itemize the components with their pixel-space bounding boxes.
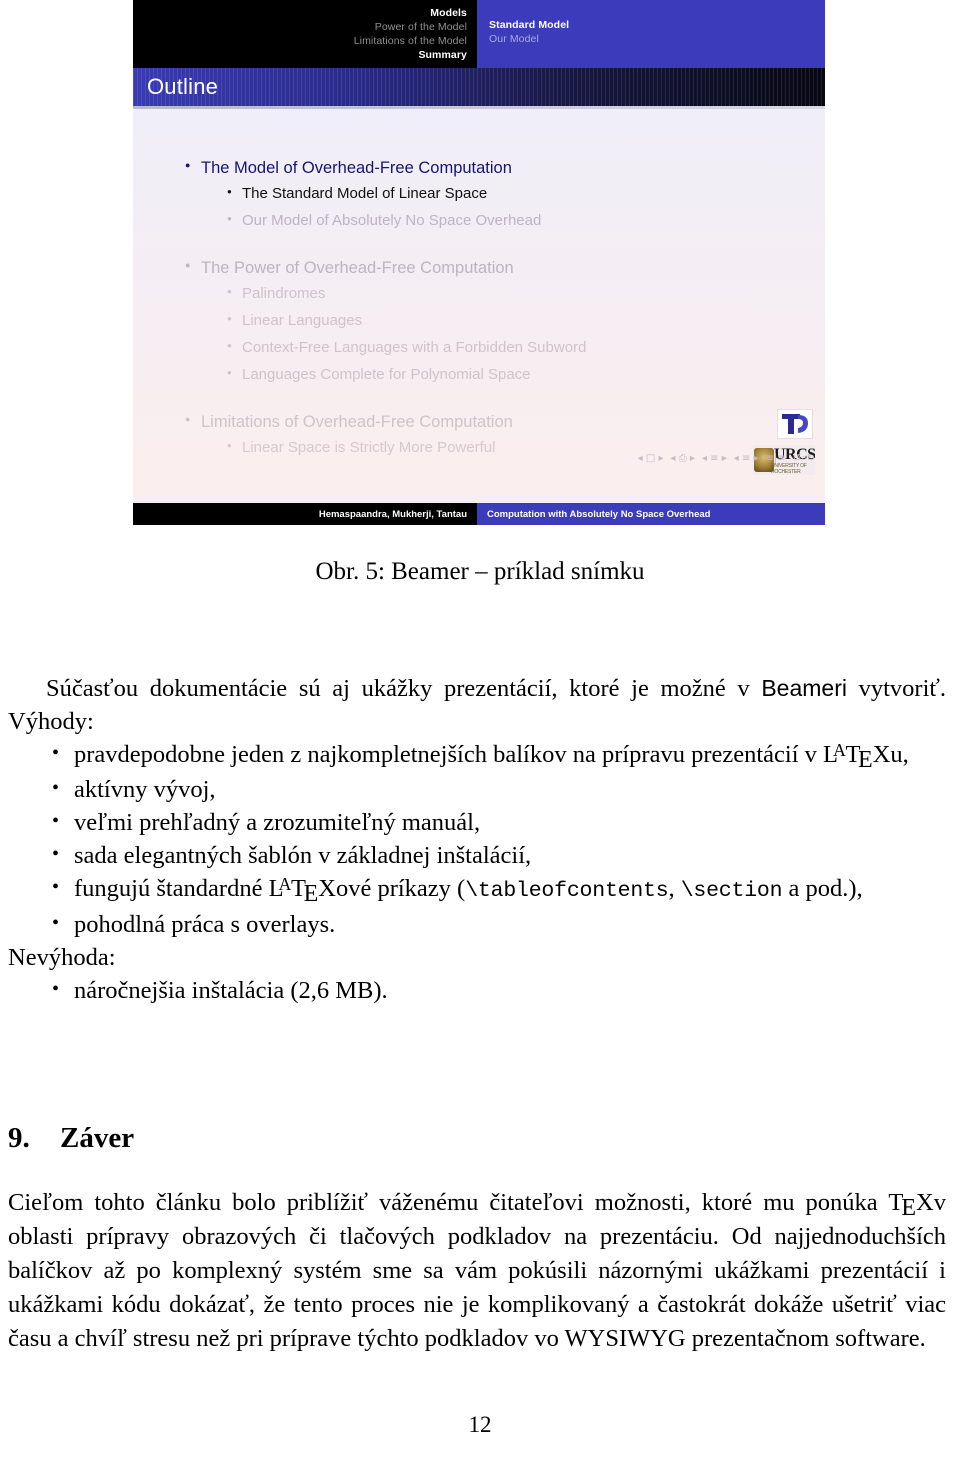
beameri-sans-word: Beameri	[761, 675, 847, 701]
section-heading: 9. Záver	[0, 1122, 960, 1155]
toc-bullet-icon: ●	[227, 214, 232, 223]
advantages-list: pravdepodobne jeden z najkompletnejších …	[0, 737, 960, 941]
toc-item-label: Languages Complete for Polynomial Space	[242, 366, 531, 383]
nav-section-models[interactable]: Models	[430, 6, 467, 20]
latex-logo: LATEX	[268, 874, 336, 908]
tu-darmstadt-logo-icon	[777, 409, 813, 439]
section-title: Záver	[60, 1122, 135, 1154]
nav-subsection-our-model[interactable]: Our Model	[489, 32, 539, 46]
toc-item-l1[interactable]: ● Limitations of Overhead-Free Computati…	[185, 409, 825, 435]
bullet7-text: náročnejšia inštalácia (2,6 MB).	[74, 977, 388, 1004]
latex-logo: LATEX	[823, 740, 891, 774]
bullet5-text-a: fungujú štandardné	[74, 875, 269, 902]
toc-bullet-icon: ●	[227, 441, 232, 450]
toc-item-l2[interactable]: ● Palindromes	[227, 281, 825, 308]
nav-symbol-frame-icon[interactable]: ◂ ⎙ ▸	[671, 453, 695, 464]
toc-item-label: The Model of Overhead-Free Computation	[201, 159, 512, 177]
slide-footer-authors: Hemaspaandra, Mukherji, Tantau	[133, 503, 477, 525]
toc-bullet-icon: ●	[227, 341, 232, 350]
bullet5-separator: ,	[668, 875, 681, 902]
toc-item-label: Our Model of Absolutely No Space Overhea…	[242, 212, 542, 229]
bullet1-text-b: u,	[890, 741, 909, 768]
section-command: \section	[680, 879, 783, 903]
beamer-slide: Models Power of the Model Limitations of…	[133, 0, 825, 525]
toc-bullet-icon: ●	[227, 368, 232, 377]
bullet3-text: veľmi prehľadný a zrozumiteľný manuál,	[74, 809, 481, 836]
nav-symbol-slide-icon[interactable]: ◂ □ ▸	[638, 453, 664, 464]
urcs-logo-subtext: UNIVERSITY OF ROCHESTER	[771, 463, 807, 475]
toc-item-label: Context-Free Languages with a Forbidden …	[242, 339, 587, 356]
intro-paragraph: Súčasťou dokumentácie sú aj ukážky preze…	[0, 672, 960, 738]
slide-navigation-bar: Models Power of the Model Limitations of…	[133, 0, 825, 68]
slide-footer-bar: Hemaspaandra, Mukherji, Tantau Computati…	[133, 503, 825, 525]
bullet2-text: aktívny vývoj,	[74, 776, 216, 803]
nav-subsection-standard-model[interactable]: Standard Model	[489, 18, 569, 32]
list-item: pravdepodobne jeden z najkompletnejších …	[8, 737, 946, 774]
list-item: sada elegantných šablón v základnej inšt…	[8, 838, 946, 872]
toc-item-label: Palindromes	[242, 285, 326, 302]
slide-nav-sections: Models Power of the Model Limitations of…	[133, 0, 477, 68]
beamer-slide-figure: Models Power of the Model Limitations of…	[133, 0, 825, 525]
toc-bullet-icon: ●	[227, 287, 232, 296]
toc-bullet-icon: ●	[185, 260, 191, 270]
slide-footer-title: Computation with Absolutely No Space Ove…	[477, 503, 825, 525]
toc-item-label: Linear Languages	[242, 312, 363, 329]
slide-title-bar: Outline	[133, 68, 825, 106]
toc-item-label: Linear Space is Strictly More Powerful	[242, 439, 496, 456]
bullet1-text-a: pravdepodobne jeden z najkompletnejších …	[74, 741, 824, 768]
beamer-navigation-symbols[interactable]: ◂ □ ▸ ◂ ⎙ ▸ ◂ ≡ ▸ ◂ ≡ ▸ ≡|≡ ↺⌕↻	[638, 453, 815, 464]
closing-text: Cieľom tohto článku bolo priblížiť vážen…	[0, 1186, 960, 1356]
toc-item-l1[interactable]: ● The Model of Overhead-Free Computation	[185, 155, 825, 181]
toc-bullet-icon: ●	[227, 314, 232, 323]
bullet4-text: sada elegantných šablón v základnej inšt…	[74, 842, 532, 869]
nav-symbol-subsection-icon[interactable]: ◂ ≡ ▸	[702, 453, 727, 464]
toc-item-label: Limitations of Overhead-Free Computation	[201, 413, 513, 431]
intro-text-part1: Súčasťou dokumentácie sú aj ukážky preze…	[46, 675, 762, 702]
slide-outline-body: ● The Model of Overhead-Free Computation…	[133, 109, 825, 496]
toc-item-l1[interactable]: ● The Power of Overhead-Free Computation	[185, 255, 825, 281]
toc-item-l2[interactable]: ● The Standard Model of Linear Space	[227, 181, 825, 208]
toc-bullet-icon: ●	[185, 414, 191, 424]
list-item: náročnejšia inštalácia (2,6 MB).	[8, 973, 946, 1007]
bullet5-text-c: a pod.),	[782, 875, 863, 902]
toc-bullet-icon: ●	[227, 187, 232, 196]
slide-nav-subsections: Standard Model Our Model	[477, 0, 825, 68]
section-number: 9.	[8, 1122, 30, 1154]
bullet6-text: pohodlná práca s overlays.	[74, 911, 336, 938]
nav-section-power[interactable]: Power of the Model	[375, 20, 467, 34]
toc-item-l2[interactable]: ● Context-Free Languages with a Forbidde…	[227, 335, 825, 362]
toc-item-label: The Standard Model of Linear Space	[242, 185, 488, 202]
nav-symbol-back-find-forward-icon[interactable]: ↺⌕↻	[793, 453, 815, 464]
nevyhoda-label: Nevýhoda:	[8, 944, 116, 971]
toc-bullet-icon: ●	[185, 160, 191, 170]
list-item: fungujú štandardné LATEXové príkazy (\ta…	[8, 871, 946, 908]
nav-section-limitations[interactable]: Limitations of the Model	[354, 34, 467, 48]
nav-section-summary[interactable]: Summary	[418, 48, 467, 62]
figure-caption: Obr. 5: Beamer – príklad snímku	[315, 558, 645, 585]
toc-item-l2[interactable]: ● Languages Complete for Polynomial Spac…	[227, 362, 825, 389]
bullet5-text-b: ové príkazy (	[335, 875, 466, 902]
toc-item-l2[interactable]: ● Linear Languages	[227, 308, 825, 335]
toc-item-label: The Power of Overhead-Free Computation	[201, 259, 514, 277]
tex-logo: TEX	[888, 1189, 934, 1222]
slide-title: Outline	[147, 74, 219, 99]
tableofcontents-command: \tableofcontents	[465, 879, 669, 903]
page-number: 12	[468, 1412, 492, 1437]
disadvantages-list: náročnejšia inštalácia (2,6 MB).	[0, 973, 960, 1007]
list-item: pohodlná práca s overlays.	[8, 907, 946, 941]
toc-item-l2[interactable]: ● Our Model of Absolutely No Space Overh…	[227, 208, 825, 235]
closing-paragraph: Cieľom tohto článku bolo priblížiť vážen…	[0, 1186, 960, 1356]
closing-part1: Cieľom tohto článku bolo priblížiť vážen…	[8, 1189, 889, 1216]
nav-symbol-section-icon[interactable]: ◂ ≡ ▸	[734, 453, 759, 464]
nav-symbol-presentation-icon[interactable]: ≡|≡	[766, 453, 786, 464]
list-item: aktívny vývoj,	[8, 772, 946, 806]
list-item: veľmi prehľadný a zrozumiteľný manuál,	[8, 805, 946, 839]
document-body: Súčasťou dokumentácie sú aj ukážky preze…	[0, 672, 960, 1007]
